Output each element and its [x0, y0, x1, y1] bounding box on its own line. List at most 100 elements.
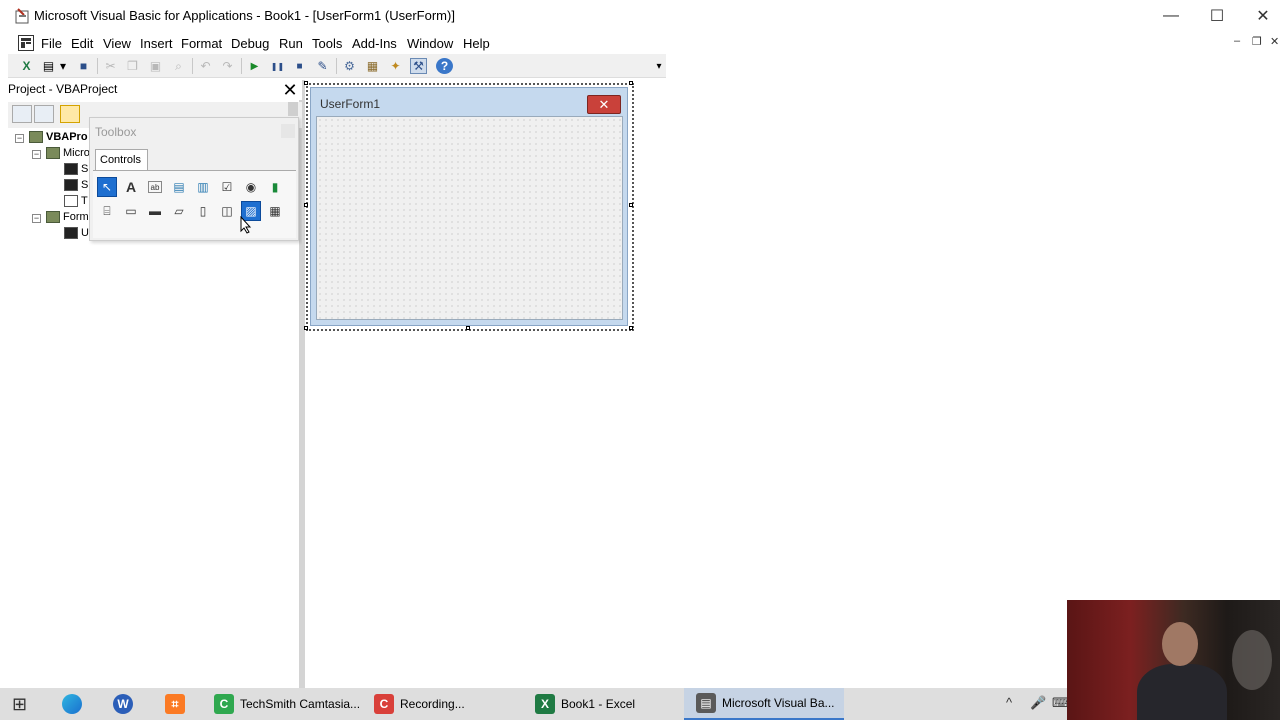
frame-tool[interactable]: ⌸ — [97, 201, 117, 221]
redo-icon[interactable]: ↷ — [219, 58, 236, 74]
copy-icon[interactable]: ❐ — [124, 58, 141, 74]
dropdown-icon[interactable]: ▾ — [58, 58, 68, 74]
recorder-icon: C — [374, 694, 394, 714]
folder-icon — [46, 211, 60, 223]
undo-icon[interactable]: ↶ — [197, 58, 214, 74]
multipage-tool[interactable]: ▱ — [169, 201, 189, 221]
tree-item-forms[interactable]: Form — [46, 211, 89, 223]
commandbutton-tool[interactable]: ▭ — [121, 201, 141, 221]
menu-run[interactable]: Run — [279, 36, 303, 51]
windows-icon: ⊞ — [12, 693, 28, 714]
mdi-restore-icon[interactable]: ❐ — [1252, 35, 1262, 48]
excel-view-icon[interactable]: X — [18, 58, 35, 74]
project-scrollbar[interactable] — [288, 102, 298, 116]
select-objects-tool[interactable]: ↖ — [97, 177, 117, 197]
resize-handle[interactable] — [629, 326, 633, 330]
toolbox-window[interactable]: Toolbox Controls ↖ A ab ▤ ▥ ☑ ◉ ▮ ⌸ ▭ ▬ … — [89, 117, 299, 241]
textbox-tool[interactable]: ab — [148, 181, 162, 193]
microphone-icon[interactable]: 🎤 — [1030, 695, 1046, 711]
menu-format[interactable]: Format — [181, 36, 222, 51]
menu-edit[interactable]: Edit — [71, 36, 93, 51]
tree-expander[interactable]: − — [32, 150, 41, 159]
close-window-button[interactable]: ✕ — [1240, 0, 1280, 32]
menu-tools[interactable]: Tools — [312, 36, 342, 51]
combobox-tool[interactable]: ▤ — [169, 177, 189, 197]
maximize-button[interactable]: ☐ — [1194, 0, 1240, 32]
word-button[interactable]: W — [113, 688, 139, 720]
edge-button[interactable] — [62, 688, 88, 720]
resize-handle[interactable] — [304, 203, 308, 207]
design-mode-icon[interactable]: ✎ — [314, 58, 331, 74]
properties-icon[interactable]: ▦ — [364, 58, 381, 74]
taskbar-vba[interactable]: ▤ Microsoft Visual Ba... — [684, 688, 844, 720]
resize-handle[interactable] — [629, 81, 633, 85]
tree-item-thisworkbook[interactable]: T — [64, 195, 88, 207]
insert-userform-icon[interactable]: ▤ — [40, 58, 57, 74]
toolbar-options-icon[interactable]: ▾ — [654, 58, 664, 74]
taskbar-label: Microsoft Visual Ba... — [722, 696, 835, 710]
project-panel-close-icon[interactable]: ✕ — [280, 80, 300, 100]
tree-item-sheet[interactable]: S — [64, 163, 88, 175]
menu-view[interactable]: View — [103, 36, 131, 51]
run-icon[interactable]: ▶ — [246, 58, 263, 74]
splitter[interactable] — [302, 80, 305, 688]
optionbutton-tool[interactable]: ◉ — [241, 177, 261, 197]
menu-add-ins[interactable]: Add-Ins — [352, 36, 397, 51]
taskbar-camtasia[interactable]: C TechSmith Camtasia... — [212, 688, 362, 720]
taskbar-recording[interactable]: C Recording... — [372, 688, 522, 720]
view-object-button[interactable] — [34, 105, 54, 123]
spinbutton-tool[interactable]: ◫ — [217, 201, 237, 221]
minimize-button[interactable]: — — [1148, 0, 1194, 32]
document-icon[interactable] — [18, 35, 34, 51]
listbox-tool[interactable]: ▥ — [193, 177, 213, 197]
menu-debug[interactable]: Debug — [231, 36, 269, 51]
label-tool[interactable]: A — [121, 177, 141, 197]
tray-chevron-icon[interactable]: ^ — [1006, 695, 1012, 710]
start-button[interactable]: ⊞ — [12, 688, 27, 720]
webcam-overlay — [1067, 600, 1280, 720]
refedit-tool[interactable]: ▦ — [265, 201, 285, 221]
resize-handle[interactable] — [466, 326, 470, 330]
menu-window[interactable]: Window — [407, 36, 453, 51]
tree-item-microsoft-excel-objects[interactable]: Micro — [46, 147, 90, 159]
menu-bar: File Edit View Insert Format Debug Run T… — [0, 32, 1280, 54]
toolbox-close-button[interactable] — [281, 124, 295, 138]
help-icon[interactable]: ? — [436, 58, 453, 74]
resize-handle[interactable] — [304, 81, 308, 85]
tree-item-userform1[interactable]: U — [64, 227, 89, 239]
reset-icon[interactable]: ■ — [291, 58, 308, 74]
menu-help[interactable]: Help — [463, 36, 490, 51]
tree-expander[interactable]: − — [15, 134, 24, 143]
break-icon[interactable]: ❚❚ — [269, 58, 286, 74]
find-icon[interactable]: ⌕ — [170, 58, 187, 74]
userform-close-button[interactable]: ✕ — [587, 95, 621, 114]
checkbox-tool[interactable]: ☑ — [217, 177, 237, 197]
taskbar-excel[interactable]: X Book1 - Excel — [533, 688, 678, 720]
mdi-close-icon[interactable]: ✕ — [1270, 35, 1279, 48]
project-explorer-icon[interactable]: ⚙ — [341, 58, 358, 74]
word-icon: W — [113, 694, 133, 714]
menu-insert[interactable]: Insert — [140, 36, 173, 51]
object-browser-icon[interactable]: ✦ — [387, 58, 404, 74]
xampp-button[interactable]: ⌗ — [165, 688, 191, 720]
tab-controls[interactable]: Controls — [95, 149, 148, 170]
toggle-folders-button[interactable] — [60, 105, 80, 123]
tree-item-vbaproject[interactable]: VBAPro — [29, 131, 88, 143]
resize-handle[interactable] — [304, 326, 308, 330]
close-icon: ✕ — [598, 96, 610, 112]
scrollbar-tool[interactable]: ▯ — [193, 201, 213, 221]
tree-item-sheet[interactable]: S — [64, 179, 88, 191]
mdi-minimize-icon[interactable]: ‒ — [1234, 35, 1240, 47]
tree-expander[interactable]: − — [32, 214, 41, 223]
togglebutton-tool[interactable]: ▮ — [265, 177, 285, 197]
save-icon[interactable]: ■ — [75, 58, 92, 74]
resize-handle[interactable] — [629, 203, 633, 207]
paste-icon[interactable]: ▣ — [147, 58, 164, 74]
toolbox-icon[interactable]: ⚒ — [410, 58, 427, 74]
view-code-button[interactable] — [12, 105, 32, 123]
project-panel-title: Project - VBAProject — [8, 80, 302, 100]
menu-file[interactable]: File — [41, 36, 62, 51]
tabstrip-tool[interactable]: ▬ — [145, 201, 165, 221]
cut-icon[interactable]: ✂ — [102, 58, 119, 74]
userform-canvas[interactable] — [316, 116, 623, 320]
